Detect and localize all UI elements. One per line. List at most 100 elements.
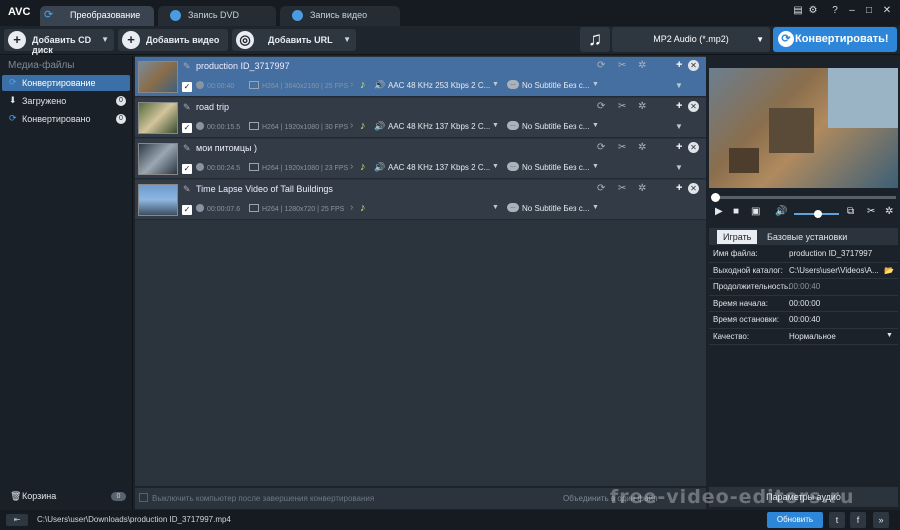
- effects-icon[interactable]: ✲: [638, 60, 646, 71]
- expand-icon[interactable]: ▼: [675, 81, 683, 90]
- volume-icon[interactable]: 🔊: [775, 206, 787, 217]
- next-icon[interactable]: »: [873, 512, 889, 528]
- remove-icon[interactable]: ✕: [688, 142, 699, 153]
- cut-icon[interactable]: ✂: [867, 206, 875, 217]
- chevron-down-icon[interactable]: ▼: [101, 35, 109, 44]
- file-item[interactable]: ✎ production ID_3717997 ✓ 00:00:40 H264 …: [135, 57, 706, 97]
- effects-icon[interactable]: ✲: [638, 142, 646, 153]
- folder-icon[interactable]: 📂: [884, 266, 894, 275]
- convert-icon[interactable]: ⟳: [597, 60, 605, 71]
- audio-track-select[interactable]: AAC 48 KHz 253 Kbps 2 C...: [388, 81, 501, 90]
- checkbox-box[interactable]: [139, 493, 148, 502]
- subtitle-select[interactable]: No Subtitle Без с...: [522, 163, 589, 172]
- video-thumbnail[interactable]: [138, 102, 178, 134]
- sidebar-item-converted[interactable]: ⟳ Конвертировано 0: [2, 111, 130, 127]
- add-icon[interactable]: +: [676, 182, 682, 194]
- effects-icon[interactable]: ✲: [638, 183, 646, 194]
- file-checkbox[interactable]: ✓: [182, 164, 192, 174]
- pencil-icon[interactable]: ✎: [183, 61, 191, 72]
- twitter-icon[interactable]: t: [829, 512, 845, 528]
- cut-icon[interactable]: ✂: [618, 183, 626, 194]
- file-checkbox[interactable]: ✓: [182, 205, 192, 215]
- help-icon[interactable]: ?: [828, 5, 842, 19]
- chevron-down-icon[interactable]: ▼: [592, 204, 599, 211]
- cut-icon[interactable]: ✂: [618, 60, 626, 71]
- remove-icon[interactable]: ✕: [688, 101, 699, 112]
- chevron-down-icon[interactable]: ▼: [592, 122, 599, 129]
- convert-icon[interactable]: ⟳: [597, 142, 605, 153]
- chevron-down-icon[interactable]: ▼: [886, 332, 893, 339]
- play-icon[interactable]: ▶: [715, 206, 723, 217]
- add-icon[interactable]: +: [676, 141, 682, 153]
- output-format-select[interactable]: MP2 Audio (*.mp2) ▼: [612, 27, 770, 52]
- chevron-down-icon[interactable]: ▼: [492, 204, 499, 211]
- cut-icon[interactable]: ✂: [618, 142, 626, 153]
- quality-select[interactable]: Нормальное: [789, 332, 881, 341]
- pencil-icon[interactable]: ✎: [183, 143, 191, 154]
- add-url-button[interactable]: ◎ Добавить URL ▼: [232, 29, 356, 51]
- audio-track-select[interactable]: AAC 48 KHz 137 Kbps 2 C...: [388, 163, 501, 172]
- effects-icon[interactable]: ✲: [885, 206, 893, 217]
- chevron-down-icon[interactable]: ▼: [343, 35, 351, 44]
- update-button[interactable]: Обновить: [767, 512, 823, 528]
- menu-icon[interactable]: ▤: [791, 5, 805, 19]
- add-cd-button[interactable]: + Добавить CD диск ▼: [4, 29, 114, 55]
- video-preview[interactable]: [709, 68, 898, 188]
- video-thumbnail[interactable]: [138, 61, 178, 93]
- prop-value[interactable]: 00:00:40: [789, 315, 881, 324]
- prop-value[interactable]: 00:00:00: [789, 299, 881, 308]
- file-item[interactable]: ✎ Time Lapse Video of Tall Buildings ✓ 0…: [135, 180, 706, 220]
- remove-icon[interactable]: ✕: [688, 183, 699, 194]
- convert-button[interactable]: ⟳ Конвертировать!: [773, 27, 897, 52]
- chevron-down-icon[interactable]: ▼: [592, 81, 599, 88]
- tab-play[interactable]: Играть: [717, 230, 758, 244]
- convert-icon[interactable]: ⟳: [597, 183, 605, 194]
- stop-icon[interactable]: ■: [733, 206, 739, 217]
- pencil-icon[interactable]: ✎: [183, 184, 191, 195]
- chevron-down-icon[interactable]: ▼: [592, 163, 599, 170]
- expand-icon[interactable]: ▼: [675, 122, 683, 131]
- sidebar-item-trash[interactable]: 🗑 Корзина 0: [2, 488, 130, 504]
- file-item[interactable]: ✎ мои питомцы ) ✓ 00:00:24.5 H264 | 1920…: [135, 139, 706, 179]
- video-thumbnail[interactable]: [138, 143, 178, 175]
- seek-bar[interactable]: [711, 193, 896, 202]
- chevron-down-icon[interactable]: ▼: [492, 122, 499, 129]
- remove-icon[interactable]: ✕: [688, 60, 699, 71]
- subtitle-select[interactable]: No Subtitle Без с...: [522, 122, 589, 131]
- subtitle-select[interactable]: No Subtitle Без с...: [522, 204, 589, 213]
- subtitle-select[interactable]: No Subtitle Без с...: [522, 81, 589, 90]
- copy-icon[interactable]: ⧉: [847, 206, 854, 217]
- sidebar-item-downloaded[interactable]: ⬇ Загружено 0: [2, 93, 130, 109]
- tab-basic-settings[interactable]: Базовые установки: [761, 230, 853, 244]
- close-icon[interactable]: ✕: [880, 5, 894, 19]
- volume-slider[interactable]: [794, 210, 839, 218]
- add-video-button[interactable]: + Добавить видео: [118, 29, 228, 51]
- file-checkbox[interactable]: ✓: [182, 123, 192, 133]
- minimize-icon[interactable]: –: [845, 5, 859, 19]
- tab-record[interactable]: Запись видео: [280, 6, 400, 26]
- add-icon[interactable]: +: [676, 59, 682, 71]
- file-checkbox[interactable]: ✓: [182, 82, 192, 92]
- snapshot-icon[interactable]: ▣: [751, 206, 760, 217]
- video-thumbnail[interactable]: [138, 184, 178, 216]
- tab-conversion[interactable]: ⟳ Преобразование: [40, 6, 154, 26]
- convert-icon[interactable]: ⟳: [597, 101, 605, 112]
- file-name[interactable]: мои питомцы ): [196, 143, 257, 153]
- shutdown-checkbox[interactable]: Выключить компьютер после завершения кон…: [139, 493, 374, 503]
- file-name[interactable]: production ID_3717997: [196, 61, 290, 71]
- expand-icon[interactable]: ▼: [675, 163, 683, 172]
- volume-handle[interactable]: [814, 210, 822, 218]
- pencil-icon[interactable]: ✎: [183, 102, 191, 113]
- facebook-icon[interactable]: f: [850, 512, 866, 528]
- sidebar-item-converting[interactable]: ⟳ Конвертирование: [2, 75, 130, 91]
- gear-icon[interactable]: ⚙: [806, 5, 820, 19]
- file-name[interactable]: Time Lapse Video of Tall Buildings: [196, 184, 333, 194]
- effects-icon[interactable]: ✲: [638, 101, 646, 112]
- cut-icon[interactable]: ✂: [618, 101, 626, 112]
- maximize-icon[interactable]: □: [862, 5, 876, 19]
- prop-value[interactable]: C:\Users\user\Videos\A...: [789, 266, 881, 275]
- music-note-icon[interactable]: ♫: [580, 27, 610, 52]
- add-icon[interactable]: +: [676, 100, 682, 112]
- tab-dvd[interactable]: Запись DVD: [158, 6, 276, 26]
- log-icon[interactable]: ⇤: [6, 514, 28, 526]
